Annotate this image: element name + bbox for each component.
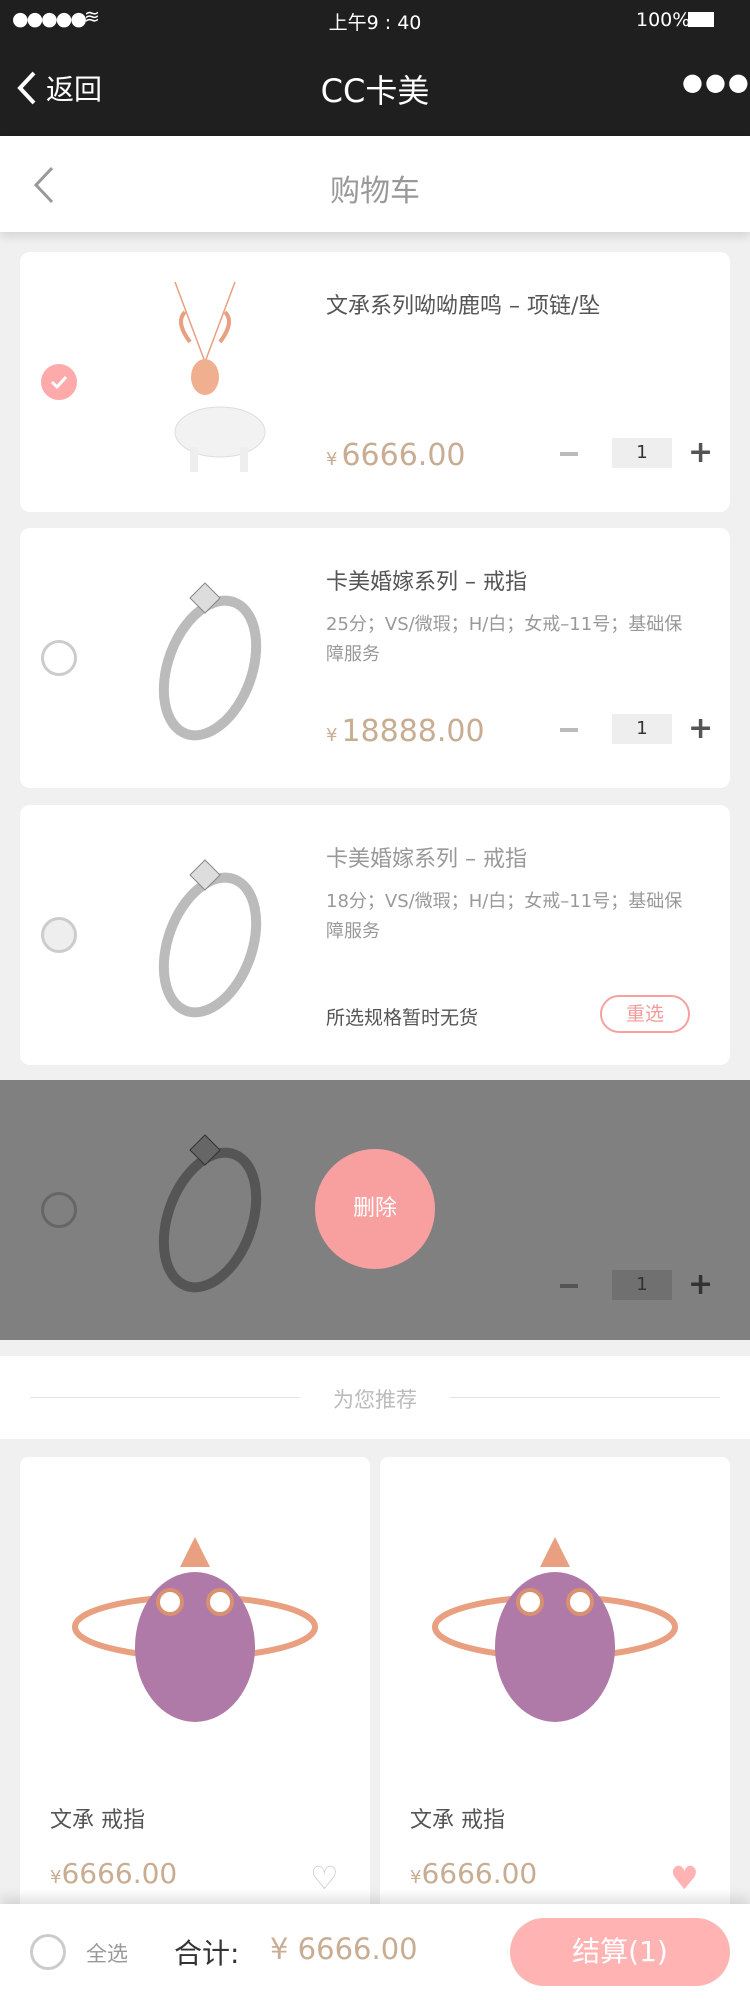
item-title: 卡美婚嫁系列 – 戒指 (326, 570, 527, 595)
select-all-label: 全选 (86, 1942, 128, 1966)
favorite-add-icon[interactable]: ♡ (310, 1859, 339, 1897)
item-title: 文承系列呦呦鹿鸣 – 项链/坠 (326, 294, 601, 319)
checkbox[interactable] (41, 640, 77, 676)
quantity-stepper: 1 + (560, 714, 713, 746)
recommend-header: 为您推荐 (0, 1356, 750, 1439)
total-label: 合计: (174, 1937, 240, 1970)
favorite-filled-icon[interactable]: ♥ (670, 1859, 699, 1897)
ring-image (158, 1134, 262, 1293)
quantity-stepper: 1 + (560, 1270, 713, 1302)
recommend-price: ¥6666.00 (410, 1857, 538, 1890)
checkbox-checked[interactable] (41, 364, 77, 400)
ring-image (158, 859, 262, 1018)
ring-image (72, 1537, 318, 1722)
out-of-stock-text: 所选规格暂时无货 (326, 1007, 479, 1029)
quantity-input[interactable]: 1 (612, 714, 672, 744)
item-spec: 18分；VS/微瑕；H/白；女戒–11号；基础保障服务 (326, 891, 683, 942)
quantity-input[interactable]: 1 (612, 438, 672, 468)
cart-item-unavailable[interactable]: 卡美婚嫁系列 – 戒指 18分；VS/微瑕；H/白；女戒–11号；基础保障服务 … (20, 805, 730, 1065)
status-bar: ●●●●● ≋ 上午9 : 40 100% (0, 0, 750, 40)
check-icon (50, 375, 68, 390)
quantity-stepper: 1 + (560, 438, 713, 470)
delete-button[interactable]: 删除 (315, 1149, 435, 1269)
recommend-price: ¥6666.00 (50, 1857, 178, 1890)
recommend-name: 文承 戒指 (50, 1808, 145, 1833)
cart-item[interactable]: 卡美婚嫁系列 – 戒指 25分；VS/微瑕；H/白；女戒–11号；基础保障服务 … (20, 528, 730, 788)
ring-image (432, 1537, 678, 1722)
checkbox[interactable] (41, 1192, 77, 1228)
battery-text: 100% (636, 9, 691, 31)
recommend-item[interactable]: 文承 戒指 ¥6666.00 ♥ (380, 1457, 730, 1927)
ring-image (158, 582, 262, 741)
minus-button[interactable] (560, 728, 578, 732)
item-price: ¥6666.00 (326, 438, 466, 473)
plus-button[interactable]: + (688, 438, 713, 468)
recommend-item[interactable]: 文承 戒指 ¥6666.00 ♡ (20, 1457, 370, 1927)
recommend-title: 为您推荐 (333, 1388, 417, 1412)
cart-item-swiped[interactable]: 删除 1 + (0, 1080, 750, 1340)
item-spec: 25分；VS/微瑕；H/白；女戒–11号；基础保障服务 (326, 614, 683, 665)
select-all-checkbox[interactable] (30, 1934, 66, 1970)
page-title: 购物车 (330, 174, 420, 209)
page-header: 购物车 (0, 136, 750, 232)
necklace-image (174, 282, 266, 472)
app-title: CC卡美 (320, 72, 430, 110)
recommend-name: 文承 戒指 (410, 1808, 505, 1833)
plus-button[interactable]: + (688, 1270, 713, 1300)
quantity-input[interactable]: 1 (612, 1270, 672, 1300)
cart-item[interactable]: 文承系列呦呦鹿鸣 – 项链/坠 ¥6666.00 1 + (20, 252, 730, 512)
item-price: ¥18888.00 (326, 714, 485, 749)
more-icon[interactable]: ●●● (682, 68, 750, 96)
footer-bar: 全选 合计: ¥ 6666.00 结算(1) (0, 1904, 750, 2000)
minus-button[interactable] (560, 452, 578, 456)
plus-button[interactable]: + (688, 714, 713, 744)
nav-bar: 返回 CC卡美 ●●● (0, 40, 750, 136)
item-title: 卡美婚嫁系列 – 戒指 (326, 847, 527, 872)
checkout-button[interactable]: 结算(1) (510, 1918, 730, 1986)
checkbox-disabled (41, 917, 77, 953)
battery-icon (688, 12, 714, 27)
reselect-button[interactable]: 重选 (600, 995, 690, 1033)
total-amount: ¥ 6666.00 (270, 1932, 418, 1966)
minus-button[interactable] (560, 1284, 578, 1288)
